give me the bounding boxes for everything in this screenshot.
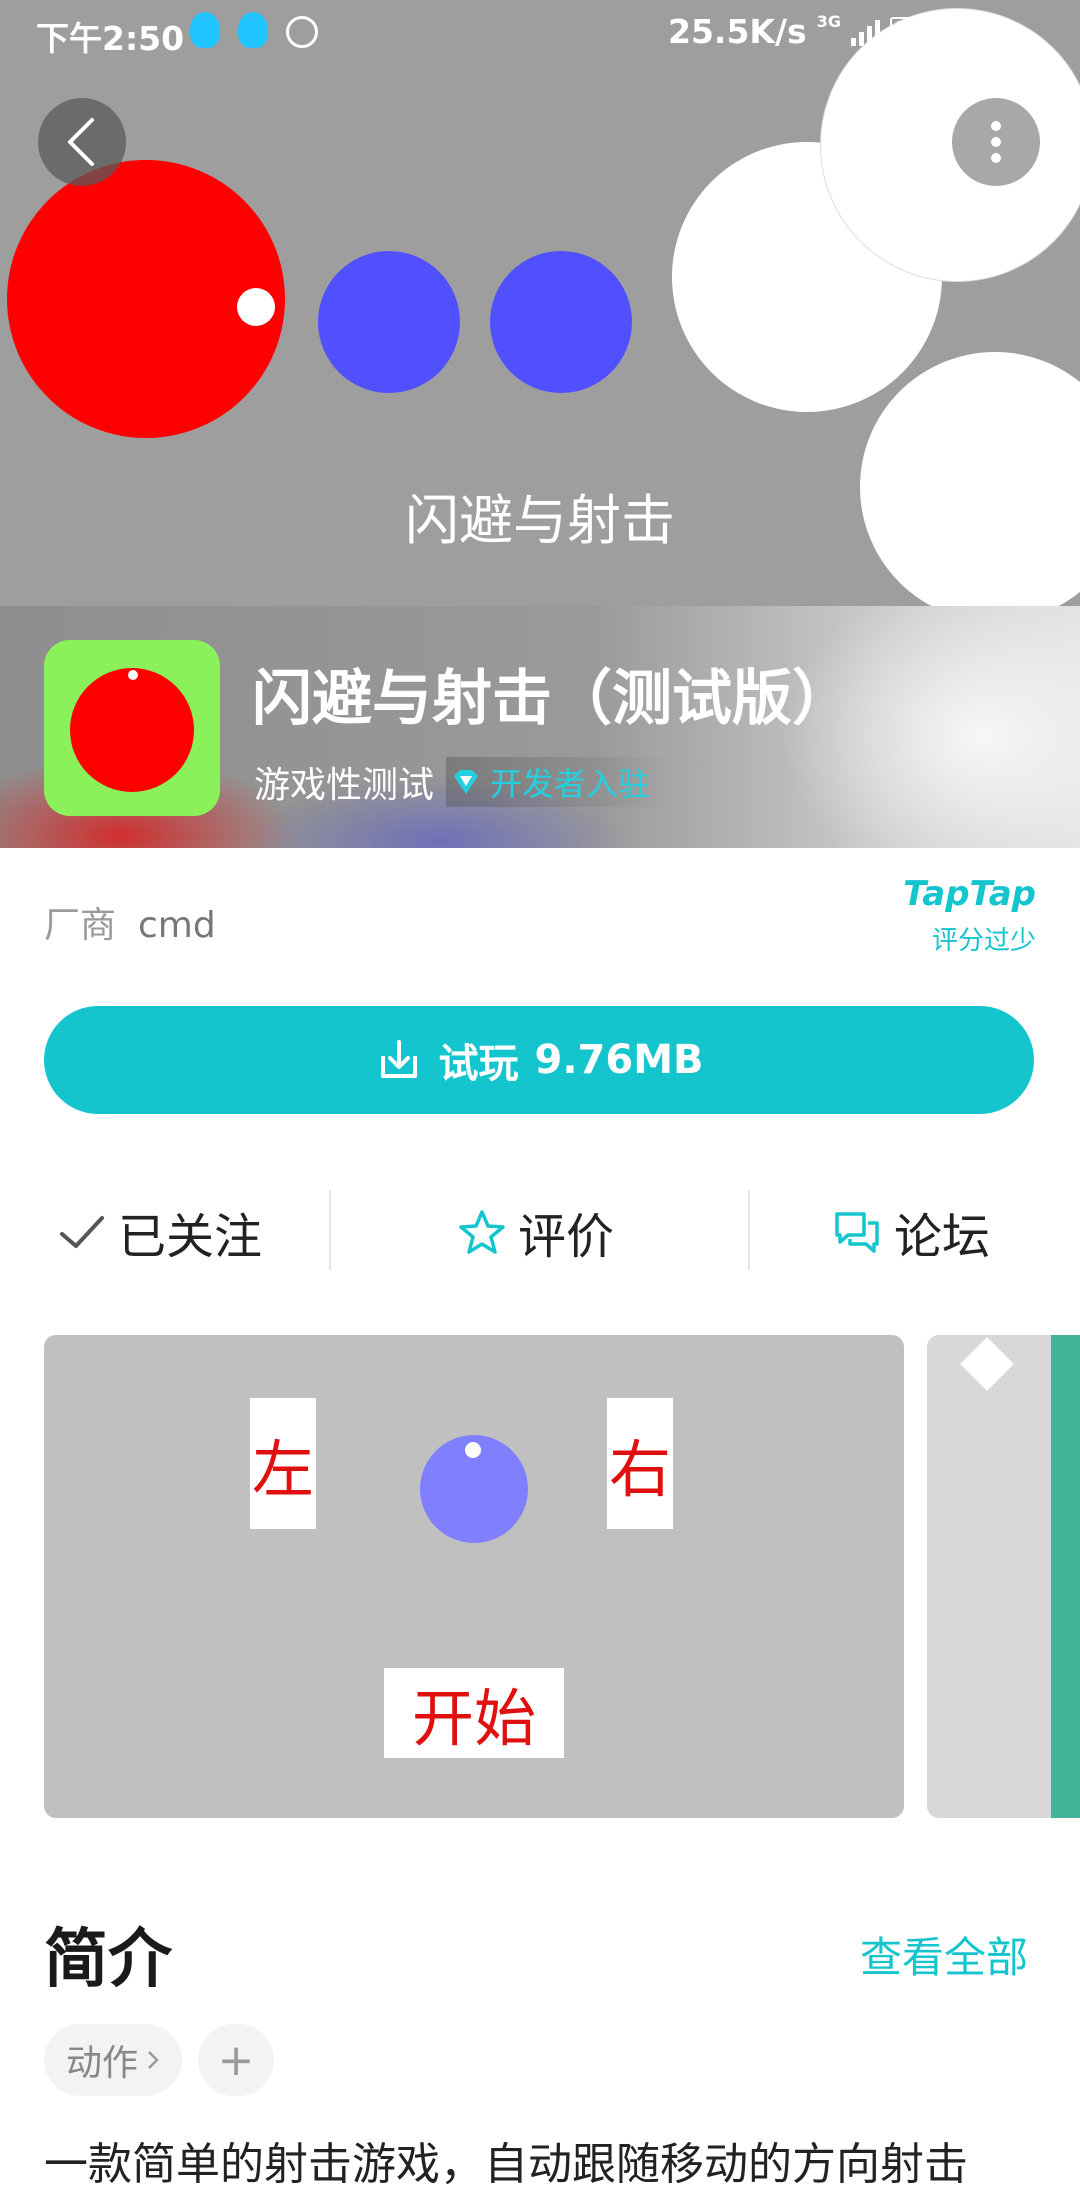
start-control-button: 开始 [384,1668,564,1758]
rating-block: TapTap 评分过少 [880,874,1036,957]
more-button[interactable] [952,98,1040,186]
screenshot-2[interactable] [927,1335,1080,1818]
chat-bubble-icon [835,1212,879,1253]
view-all-link[interactable]: 查看全部 [860,1924,1028,1985]
status-bar: 下午2:50 25.5K/s 3G HD [0,0,1080,66]
back-button[interactable] [38,98,126,186]
follow-label: 已关注 [118,1209,263,1265]
intro-text: 一款简单的射击游戏，自动跟随移动的方向射击 [44,2139,968,2190]
divider [329,1190,331,1270]
more-vertical-icon [991,121,1001,163]
intro-title: 简介 [44,1923,172,1997]
follow-button[interactable]: 已关注 [58,1190,262,1274]
timer-icon [286,16,318,48]
network-speed: 25.5K/s [668,12,807,51]
download-icon [380,1040,417,1078]
vendor-label: 厂商 [44,905,117,946]
qq-icon [190,12,220,48]
hd-icon: HD [889,17,937,46]
right-control-button: 右 [607,1398,673,1529]
signal-icon [850,18,880,46]
hero-title: 闪避与射击 [405,489,675,552]
forum-label: 论坛 [894,1209,991,1265]
download-label: 试玩 [438,1041,519,1087]
hero-banner: 闪避与射击 下午2:50 25.5K/s 3G HD [0,0,1080,606]
star-icon [459,1210,505,1254]
forum-button[interactable]: 论坛 [832,1190,990,1274]
diamond-icon [454,770,479,794]
trial-download-button[interactable]: 试玩 9.76MB [44,1006,1034,1114]
vendor-row: 厂商 cmd [44,896,216,948]
tag-list: 动作 + [44,2024,275,2096]
app-icon [44,640,220,816]
screenshot-1[interactable]: 左 右 开始 [44,1335,904,1818]
network-type: 3G [816,12,841,31]
status-time: 下午2:50 [36,19,185,58]
left-control-button: 左 [250,1398,316,1529]
app-icon-ball [70,668,194,792]
tag-label: 动作 [66,2043,139,2084]
add-tag-button[interactable]: + [198,2024,275,2096]
developer-name[interactable]: 游戏性测试 [254,756,434,808]
blue-enemy-ball [318,251,460,393]
vendor-value[interactable]: cmd [138,905,216,946]
download-size: 9.76MB [534,1037,704,1083]
app-developer-row: 游戏性测试 开发者入驻 [254,756,673,808]
taptap-logo: TapTap [903,874,1036,914]
action-bar: 已关注 评价 论坛 [0,1190,1080,1274]
tag-action[interactable]: 动作 [44,2024,183,2096]
app-name: 闪避与射击（测试版） [252,664,852,734]
review-label: 评价 [518,1209,615,1265]
blue-enemy-ball [490,251,632,393]
chevron-left-icon [68,118,94,166]
rating-note: 评分过少 [931,926,1036,956]
chevron-right-icon [148,2051,159,2069]
white-bullet [237,288,275,326]
qq-icon [238,12,268,48]
developer-badge-label: 开发者入驻 [490,765,651,803]
divider [748,1190,750,1270]
review-button[interactable]: 评价 [458,1190,614,1274]
developer-badge[interactable]: 开发者入驻 [446,757,673,807]
check-icon [60,1216,104,1248]
